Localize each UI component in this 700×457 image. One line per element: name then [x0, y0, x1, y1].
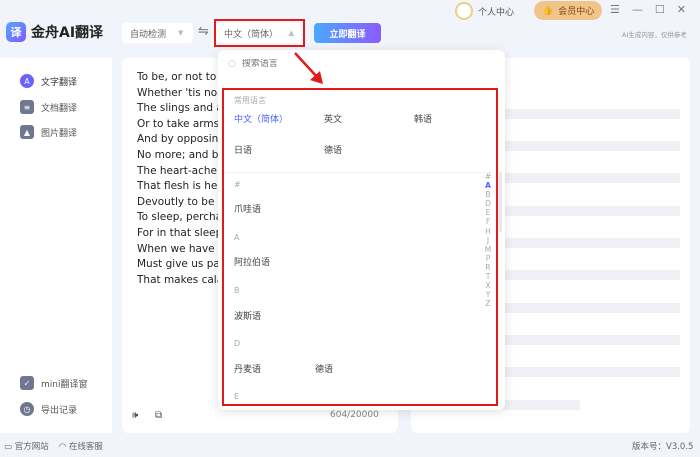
sidebar-item-text-translate[interactable]: A 文字翻译 — [20, 74, 77, 88]
logo-icon: 译 — [6, 22, 26, 42]
user-center-button[interactable]: 个人中心 — [455, 2, 514, 20]
nav-label: 图片翻译 — [41, 128, 78, 139]
source-lang-label: 自动检测 — [130, 29, 167, 40]
vip-center-button[interactable]: 👍 会员中心 — [534, 1, 603, 20]
arrow-annotation — [294, 52, 323, 84]
clock-icon: ◷ — [20, 402, 34, 416]
ai-notice: AI生成内容，仅供参考 — [622, 31, 687, 39]
thumb-icon: 👍 — [542, 5, 554, 16]
sidebar: A 文字翻译 ≡ 文档翻译 ▲ 图片翻译 ✓ mini翻译窗 ◷ 导出记录 — [0, 58, 112, 433]
website-link[interactable]: ▭ 官方网站 — [4, 440, 49, 452]
text-translate-icon: A — [20, 74, 34, 88]
app-logo: 译 金舟AI翻译 — [6, 22, 103, 42]
char-count: 604/20000 — [330, 410, 379, 420]
app-title: 金舟AI翻译 — [31, 25, 104, 41]
language-search-input[interactable] — [241, 59, 442, 69]
language-search[interactable]: ○ — [228, 59, 442, 69]
scrollbar[interactable] — [499, 172, 502, 232]
vip-label: 会员中心 — [558, 7, 595, 17]
sidebar-item-export[interactable]: ◷ 导出记录 — [20, 402, 77, 416]
search-icon: ○ — [228, 59, 236, 69]
headset-icon: ◠ — [58, 442, 67, 452]
support-label: 在线客服 — [68, 442, 103, 452]
nav-label: mini翻译窗 — [41, 379, 88, 390]
monitor-icon: ▭ — [4, 442, 13, 452]
highlight-box — [214, 19, 305, 47]
close-icon[interactable]: ✕ — [677, 3, 686, 16]
speaker-icon[interactable]: 🕪 — [132, 410, 138, 421]
version-label: 版本号：V3.0.5 — [632, 442, 694, 452]
nav-label: 文档翻译 — [41, 103, 78, 114]
nav-label: 文字翻译 — [41, 77, 78, 88]
document-icon: ≡ — [20, 100, 34, 114]
sidebar-item-mini-window[interactable]: ✓ mini翻译窗 — [20, 376, 87, 390]
sidebar-item-image-translate[interactable]: ▲ 图片翻译 — [20, 125, 77, 139]
translate-button[interactable]: 立即翻译 — [314, 23, 381, 43]
support-link[interactable]: ◠ 在线客服 — [59, 440, 103, 452]
mini-window-icon: ✓ — [20, 376, 34, 390]
nav-label: 导出记录 — [41, 405, 78, 416]
highlight-box — [222, 88, 498, 406]
website-label: 官方网站 — [14, 442, 49, 452]
sidebar-item-doc-translate[interactable]: ≡ 文档翻译 — [20, 100, 77, 114]
menu-icon[interactable]: ☰ — [610, 3, 620, 16]
maximize-icon[interactable]: ☐ — [655, 3, 665, 16]
copy-icon[interactable]: ⧉ — [155, 410, 162, 421]
user-center-label: 个人中心 — [478, 7, 515, 18]
chevron-down-icon: ▼ — [178, 29, 184, 37]
source-language-select[interactable]: 自动检测 ▼ — [122, 23, 193, 43]
swap-icon[interactable]: ⇋ — [198, 24, 209, 39]
minimize-icon[interactable]: — — [632, 3, 643, 16]
avatar — [455, 2, 473, 20]
image-icon: ▲ — [20, 125, 34, 139]
